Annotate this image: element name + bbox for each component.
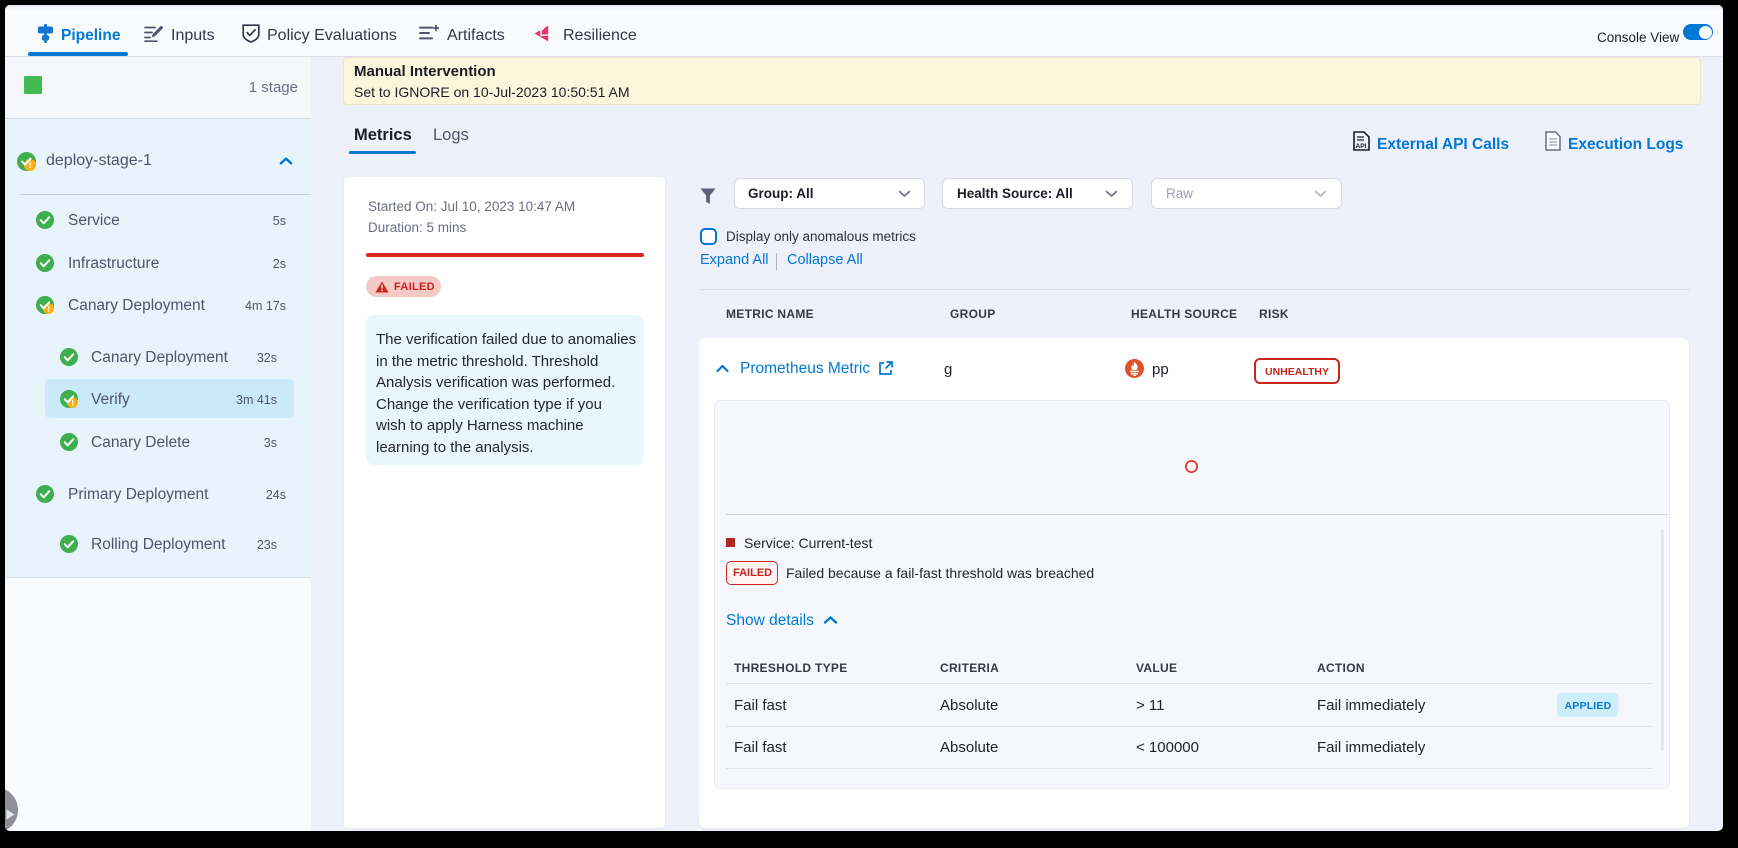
svg-text:API: API [1356, 143, 1367, 150]
